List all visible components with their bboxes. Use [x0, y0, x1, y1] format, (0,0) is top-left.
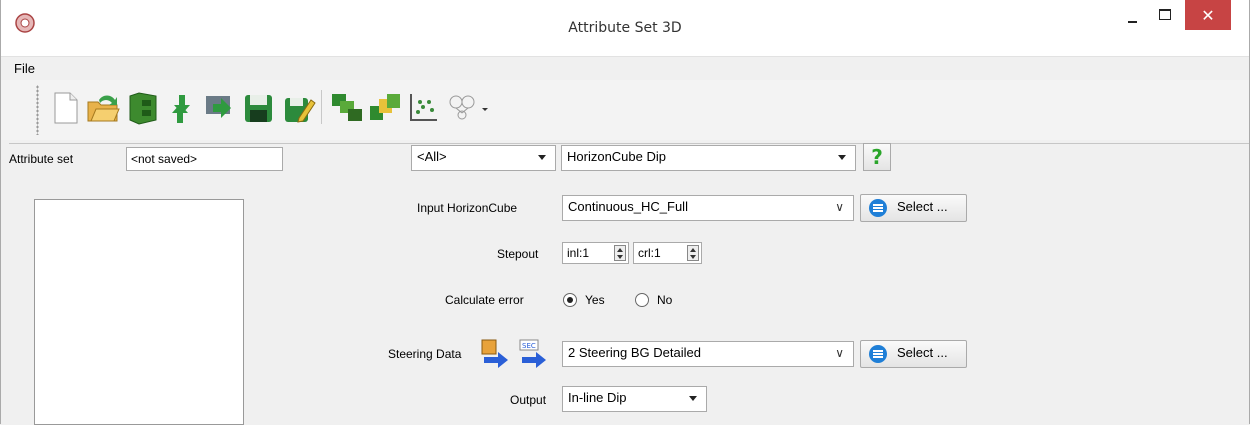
attribute-filter-dropdown[interactable]: <All> — [411, 145, 556, 171]
input-horizoncube-dropdown[interactable]: Continuous_HC_Full ∨ — [562, 195, 854, 221]
calculate-error-no-label[interactable]: No — [657, 293, 672, 307]
select-list-icon — [869, 345, 887, 363]
output-value: In-line Dip — [568, 390, 627, 405]
stepout-inline-spinner[interactable]: inl:1 — [562, 242, 629, 264]
chevron-down-icon — [538, 155, 546, 160]
add-attributes-icon[interactable] — [329, 90, 365, 126]
maximize-button[interactable] — [1149, 0, 1181, 30]
attribute-set-label: Attribute set — [9, 152, 74, 166]
toolbar — [1, 80, 1249, 140]
chevron-down-icon: ∨ — [835, 200, 844, 214]
stepout-label: Stepout — [497, 247, 539, 261]
calculate-error-yes-label[interactable]: Yes — [585, 293, 605, 307]
attribute-filter-value: <All> — [417, 149, 447, 164]
attribute-set-window: Attribute Set 3D ✕ File Attribute set <n… — [0, 0, 1250, 425]
toolbar-divider — [9, 143, 1249, 144]
new-document-icon[interactable] — [47, 90, 83, 126]
import-icon[interactable] — [201, 90, 237, 126]
attribute-list[interactable] — [34, 199, 244, 425]
input-horizoncube-value: Continuous_HC_Full — [568, 199, 688, 214]
fingerprint-icon[interactable] — [445, 90, 491, 126]
title-bar: Attribute Set 3D ✕ — [1, 0, 1249, 56]
calculate-error-yes-radio[interactable] — [563, 293, 577, 307]
stepout-crossline-value: crl:1 — [638, 246, 661, 260]
stepout-inline-value: inl:1 — [567, 246, 590, 260]
select-list-icon — [869, 199, 887, 217]
close-button[interactable]: ✕ — [1185, 0, 1231, 30]
select-steering-button[interactable]: Select ... — [860, 340, 967, 368]
help-button[interactable]: ? — [863, 143, 891, 171]
input-horizoncube-label: Input HorizonCube — [417, 201, 518, 215]
crossplot-icon[interactable] — [405, 90, 441, 126]
close-icon: ✕ — [1201, 6, 1215, 25]
calculate-error-no-radio[interactable] — [635, 293, 649, 307]
steering-data-label: Steering Data — [388, 347, 462, 361]
steering-seg-icon[interactable]: SEC — [518, 338, 548, 368]
select-steering-label: Select ... — [897, 345, 948, 360]
chevron-down-icon — [689, 396, 697, 401]
minimize-button[interactable] — [1119, 0, 1147, 30]
stepout-crossline-spinner[interactable]: crl:1 — [633, 242, 702, 264]
attribute-type-value: HorizonCube Dip — [567, 149, 666, 164]
refresh-icon[interactable] — [163, 90, 199, 126]
output-dropdown[interactable]: In-line Dip — [562, 386, 707, 412]
menu-bar: File — [1, 56, 1249, 78]
attribute-type-dropdown[interactable]: HorizonCube Dip — [561, 145, 856, 171]
calculate-error-label: Calculate error — [445, 293, 524, 307]
save-disk-icon[interactable] — [241, 90, 277, 126]
chevron-down-icon — [838, 155, 846, 160]
steering-data-value: 2 Steering BG Detailed — [568, 345, 701, 360]
output-label: Output — [510, 393, 547, 407]
chevron-down-icon: ∨ — [835, 346, 844, 360]
steering-import-icon[interactable] — [480, 338, 510, 368]
select-horizoncube-label: Select ... — [897, 199, 948, 214]
save-cabinet-icon[interactable] — [125, 90, 161, 126]
attribute-set-name-field[interactable]: <not saved> — [126, 147, 283, 171]
steering-seg-text: SEC — [522, 342, 536, 350]
open-folder-icon[interactable] — [85, 90, 121, 126]
edit-save-icon[interactable] — [281, 90, 317, 126]
steering-data-dropdown[interactable]: 2 Steering BG Detailed ∨ — [562, 341, 854, 367]
help-icon: ? — [871, 145, 883, 169]
select-horizoncube-button[interactable]: Select ... — [860, 194, 967, 222]
spinner-arrows-icon[interactable] — [687, 245, 699, 261]
window-title: Attribute Set 3D — [568, 20, 682, 36]
display-attributes-icon[interactable] — [367, 90, 403, 126]
toolbar-grip[interactable] — [36, 85, 39, 135]
spinner-arrows-icon[interactable] — [614, 245, 626, 261]
menu-file[interactable]: File — [14, 61, 35, 76]
